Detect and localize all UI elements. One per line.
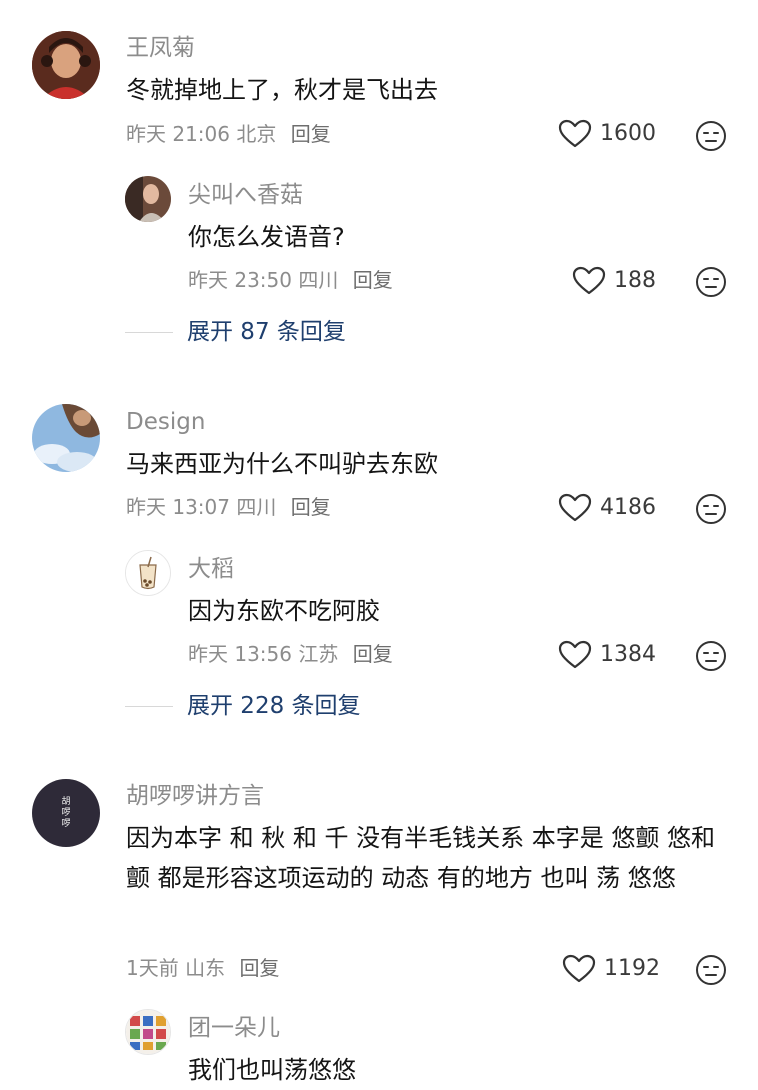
avatar[interactable]	[32, 404, 100, 472]
expand-replies-button[interactable]: 展开 228 条回复	[125, 691, 361, 721]
reply-time: 昨天 13:56	[188, 642, 292, 666]
like-count: 188	[614, 268, 656, 293]
like-count: 1192	[604, 956, 660, 981]
comment-meta: 昨天 21:06 北京 回复	[126, 120, 331, 148]
avatar[interactable]	[125, 550, 171, 596]
neutral-face-icon[interactable]	[695, 640, 727, 672]
reply-button[interactable]: 回复	[239, 956, 279, 980]
expand-replies-label: 展开 228 条回复	[187, 693, 361, 719]
expand-replies-button[interactable]: 展开 87 条回复	[125, 317, 346, 347]
expand-divider	[125, 705, 173, 707]
comment-author[interactable]: 胡啰啰讲方言	[126, 781, 264, 811]
comment-location: 北京	[236, 122, 277, 146]
expand-replies-label: 展开 87 条回复	[187, 319, 346, 345]
reply-button[interactable]: 回复	[291, 122, 331, 146]
reply-text: 因为东欧不吃阿胶	[188, 597, 380, 625]
reply-author[interactable]: 尖叫へ香菇	[188, 180, 303, 210]
expand-divider	[125, 331, 173, 333]
heart-outline-icon	[558, 640, 592, 670]
like-button[interactable]: 188	[572, 266, 656, 296]
comment-author[interactable]: Design	[126, 407, 205, 437]
neutral-face-icon[interactable]	[695, 954, 727, 986]
reply-text: 我们也叫荡悠悠	[188, 1056, 356, 1084]
reply-time: 昨天 23:50	[188, 268, 292, 292]
comment-time: 1天前	[126, 956, 179, 980]
reply-button[interactable]: 回复	[291, 495, 331, 519]
comment-location: 山东	[185, 956, 226, 980]
like-button[interactable]: 1192	[562, 954, 660, 984]
neutral-face-icon[interactable]	[695, 120, 727, 152]
reply-meta: 昨天 23:50 四川 回复	[188, 266, 393, 294]
reply-location: 江苏	[298, 642, 339, 666]
heart-outline-icon	[558, 493, 592, 523]
like-button[interactable]: 1384	[558, 640, 656, 670]
reply-meta: 昨天 13:56 江苏 回复	[188, 640, 393, 668]
reply-author[interactable]: 大稻	[188, 554, 234, 584]
comment-text: 冬就掉地上了，秋才是飞出去	[126, 76, 438, 104]
reply-button[interactable]: 回复	[353, 268, 393, 292]
reply-button[interactable]: 回复	[353, 642, 393, 666]
neutral-face-icon[interactable]	[695, 493, 727, 525]
comment-location: 四川	[236, 495, 277, 519]
comment-text: 马来西亚为什么不叫驴去东欧	[126, 450, 438, 478]
reply-text: 你怎么发语音?	[188, 223, 345, 251]
avatar[interactable]	[32, 31, 100, 99]
comment-author[interactable]: 王凤菊	[126, 33, 195, 63]
comment-time: 昨天 13:07	[126, 495, 230, 519]
reply-author[interactable]: 团一朵儿	[188, 1013, 280, 1043]
avatar[interactable]	[125, 176, 171, 222]
like-count: 1384	[600, 642, 656, 667]
comment-meta: 1天前 山东 回复	[126, 954, 279, 982]
comment-time: 昨天 21:06	[126, 122, 230, 146]
heart-outline-icon	[572, 266, 606, 296]
reply-location: 四川	[298, 268, 339, 292]
like-button[interactable]: 4186	[558, 493, 656, 523]
like-count: 4186	[600, 495, 656, 520]
like-button[interactable]: 1600	[558, 119, 656, 149]
heart-outline-icon	[558, 119, 592, 149]
comment-meta: 昨天 13:07 四川 回复	[126, 493, 331, 521]
heart-outline-icon	[562, 954, 596, 984]
like-count: 1600	[600, 121, 656, 146]
avatar[interactable]	[125, 1009, 171, 1055]
neutral-face-icon[interactable]	[695, 266, 727, 298]
comment-text: 因为本字 和 秋 和 千 没有半毛钱关系 本字是 悠颤 悠和颤 都是形容这项运动…	[126, 824, 716, 892]
avatar[interactable]: 胡啰啰	[32, 779, 100, 847]
avatar-text: 胡啰啰	[61, 796, 71, 829]
